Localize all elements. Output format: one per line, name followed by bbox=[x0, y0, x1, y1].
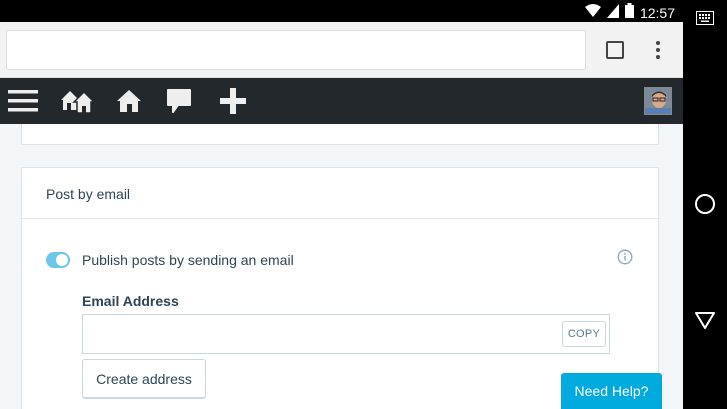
avatar[interactable] bbox=[644, 87, 672, 115]
add-plus-icon[interactable] bbox=[219, 85, 247, 117]
overflow-menu-icon[interactable] bbox=[650, 38, 666, 62]
toggle-knob bbox=[56, 254, 68, 266]
previous-card bbox=[21, 124, 659, 145]
post-by-email-header: Post by email bbox=[21, 167, 659, 219]
url-bar[interactable] bbox=[6, 30, 586, 70]
home-circle-icon[interactable] bbox=[683, 192, 727, 216]
email-address-field[interactable]: COPY bbox=[82, 314, 610, 354]
notifications-bubble-icon[interactable] bbox=[166, 85, 192, 117]
need-help-button[interactable]: Need Help? bbox=[561, 373, 662, 409]
clock-time: 12:57 bbox=[639, 5, 675, 21]
toggle-label: Publish posts by sending an email bbox=[82, 252, 294, 268]
android-nav-bar bbox=[683, 0, 727, 409]
copy-button[interactable]: COPY bbox=[562, 321, 606, 347]
cell-signal-icon bbox=[606, 3, 619, 23]
tabs-square-icon[interactable] bbox=[605, 40, 625, 60]
browser-toolbar bbox=[0, 22, 683, 78]
my-sites-icon[interactable] bbox=[60, 85, 94, 117]
email-address-label: Email Address bbox=[82, 293, 179, 309]
keyboard-icon[interactable] bbox=[683, 8, 727, 28]
battery-icon bbox=[624, 3, 634, 23]
back-triangle-icon[interactable] bbox=[683, 308, 727, 332]
settings-content: Post by email Publish posts by sending a… bbox=[0, 124, 683, 409]
publish-by-email-toggle[interactable] bbox=[46, 252, 70, 268]
status-bar: 12:57 bbox=[0, 0, 683, 22]
menu-hamburger-icon[interactable] bbox=[8, 85, 38, 117]
admin-bar bbox=[0, 78, 683, 124]
info-icon[interactable] bbox=[617, 249, 633, 265]
home-icon[interactable] bbox=[116, 85, 142, 117]
wifi-icon bbox=[584, 3, 601, 23]
section-title: Post by email bbox=[46, 186, 131, 202]
create-address-button[interactable]: Create address bbox=[82, 359, 206, 399]
